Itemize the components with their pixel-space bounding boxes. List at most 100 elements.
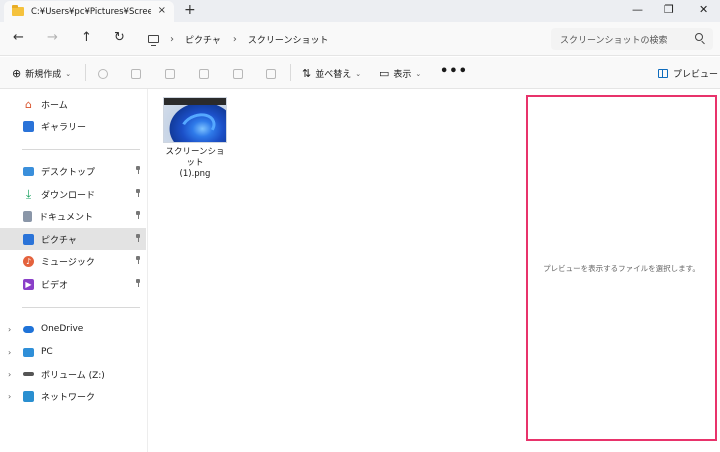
network-icon: [23, 390, 34, 402]
sidebar-item-pictures[interactable]: ピクチャ: [0, 228, 146, 250]
delete-icon[interactable]: [266, 69, 276, 79]
folder-icon: [12, 5, 24, 16]
tab-current-folder[interactable]: C:¥Users¥pc¥Pictures¥Screens ×: [4, 1, 174, 22]
up-button[interactable]: ↑: [81, 31, 92, 45]
maximize-button[interactable]: ❐: [664, 3, 674, 16]
sort-icon: ⇅: [302, 67, 312, 80]
chevron-down-icon: ⌄: [65, 69, 72, 78]
search-placeholder: スクリーンショットの検索: [560, 35, 668, 46]
toolbar-divider: [290, 64, 291, 81]
sidebar-item-label: ホーム: [41, 100, 68, 111]
breadcrumb-item-pictures[interactable]: ピクチャ: [185, 33, 221, 46]
pin-icon[interactable]: [135, 279, 141, 287]
pictures-icon: [23, 233, 34, 245]
chevron-right-icon[interactable]: ›: [233, 34, 237, 45]
close-window-button[interactable]: ✕: [699, 3, 708, 16]
file-name: スクリーンショット (1).png: [162, 147, 228, 180]
chevron-right-icon[interactable]: ›: [8, 325, 14, 334]
sidebar-item-drive-z[interactable]: › ボリューム (Z:): [0, 363, 146, 385]
minimize-button[interactable]: —: [632, 3, 643, 16]
sidebar-item-pc[interactable]: › PC: [0, 341, 146, 363]
sidebar-divider: [22, 307, 140, 308]
gallery-icon: [23, 120, 34, 132]
sidebar-item-label: ボリューム (Z:): [41, 370, 105, 381]
chevron-right-icon[interactable]: ›: [8, 348, 14, 357]
sidebar-item-documents[interactable]: ドキュメント: [0, 205, 146, 227]
sidebar-item-onedrive[interactable]: › OneDrive: [0, 318, 146, 340]
sidebar-divider: [22, 149, 140, 150]
new-button[interactable]: ⊕ 新規作成 ⌄: [12, 67, 71, 80]
preview-pane-button[interactable]: プレビュー: [658, 67, 718, 80]
sidebar-item-downloads[interactable]: ⤓ ダウンロード: [0, 183, 146, 205]
refresh-button[interactable]: ↻: [114, 31, 125, 45]
chevron-right-icon[interactable]: ›: [170, 34, 174, 45]
new-tab-button[interactable]: +: [184, 2, 196, 18]
cut-icon[interactable]: [98, 69, 108, 79]
view-icon: ▭: [379, 67, 390, 80]
computer-icon[interactable]: [148, 35, 159, 46]
breadcrumb: › ピクチャ › スクリーンショット: [148, 30, 340, 48]
file-item[interactable]: スクリーンショット (1).png: [162, 97, 228, 180]
preview-pane: プレビューを表示するファイルを選択します。: [526, 95, 717, 441]
preview-pane-icon: [658, 69, 668, 78]
file-name-line: スクリーンショット: [165, 147, 225, 168]
sidebar-item-label: デスクトップ: [41, 167, 96, 178]
back-button[interactable]: ←: [13, 31, 24, 45]
sidebar-item-home[interactable]: ⌂ ホーム: [0, 93, 146, 115]
sidebar-item-desktop[interactable]: デスクトップ: [0, 160, 146, 182]
chevron-down-icon: ⌄: [355, 69, 362, 78]
sidebar-item-label: ネットワーク: [41, 392, 96, 403]
pin-icon[interactable]: [135, 189, 141, 197]
desktop-icon: [23, 166, 34, 176]
title-bar: C:¥Users¥pc¥Pictures¥Screens × + — ❐ ✕: [0, 0, 720, 22]
video-icon: ▶: [23, 278, 34, 290]
preview-message: プレビューを表示するファイルを選択します。: [543, 263, 700, 273]
music-icon: ♪: [23, 255, 34, 267]
chevron-right-icon[interactable]: ›: [8, 370, 14, 379]
plus-circle-icon: ⊕: [12, 67, 22, 80]
more-options-icon[interactable]: •••: [440, 64, 468, 79]
search-input[interactable]: スクリーンショットの検索: [551, 28, 713, 50]
file-list-area[interactable]: スクリーンショット (1).png: [149, 89, 526, 452]
sidebar-item-network[interactable]: › ネットワーク: [0, 385, 146, 407]
sidebar-item-videos[interactable]: ▶ ビデオ: [0, 273, 146, 295]
breadcrumb-item-screenshots[interactable]: スクリーンショット: [248, 33, 329, 46]
pin-icon[interactable]: [135, 211, 141, 219]
sidebar-item-label: ビデオ: [41, 280, 69, 291]
document-icon: [23, 210, 32, 222]
sidebar-item-music[interactable]: ♪ ミュージック: [0, 250, 146, 272]
home-icon: ⌂: [25, 97, 32, 111]
view-label: 表示: [393, 70, 412, 80]
view-button[interactable]: ▭ 表示 ⌄: [379, 67, 421, 80]
pin-icon[interactable]: [135, 234, 141, 242]
sort-button[interactable]: ⇅ 並べ替え ⌄: [302, 67, 361, 80]
sidebar-item-label: ギャラリー: [41, 122, 87, 133]
sidebar-item-label: ピクチャ: [41, 235, 77, 246]
file-name-line: (1).png: [179, 169, 211, 179]
forward-button[interactable]: →: [47, 31, 58, 45]
sidebar-item-label: PC: [41, 347, 53, 357]
address-bar: ← → ↑ ↻ › ピクチャ › スクリーンショット スクリーンショットの検索: [0, 22, 720, 56]
copy-icon[interactable]: [131, 69, 141, 79]
pc-icon: [23, 347, 34, 357]
search-icon: [695, 33, 703, 41]
paste-icon[interactable]: [165, 69, 175, 79]
pin-icon[interactable]: [135, 256, 141, 264]
onedrive-icon: [23, 325, 34, 333]
close-tab-button[interactable]: ×: [158, 5, 166, 16]
chevron-right-icon[interactable]: ›: [8, 392, 14, 401]
tab-title: C:¥Users¥pc¥Pictures¥Screens: [31, 6, 151, 17]
new-label: 新規作成: [25, 70, 62, 80]
rename-icon[interactable]: [199, 69, 209, 79]
sort-label: 並べ替え: [315, 70, 352, 80]
preview-label: プレビュー: [673, 70, 719, 80]
command-bar: ⊕ 新規作成 ⌄ ⇅ 並べ替え ⌄ ▭ 表示 ⌄ ••• プレビュー: [0, 57, 720, 89]
toolbar-divider: [85, 64, 86, 81]
drive-icon: [23, 372, 34, 376]
pin-icon[interactable]: [135, 166, 141, 174]
share-icon[interactable]: [233, 69, 243, 79]
sidebar-item-label: ドキュメント: [39, 212, 94, 223]
sidebar-item-gallery[interactable]: ギャラリー: [0, 115, 146, 137]
file-thumbnail: [163, 97, 227, 143]
sidebar-item-label: ミュージック: [41, 257, 95, 268]
